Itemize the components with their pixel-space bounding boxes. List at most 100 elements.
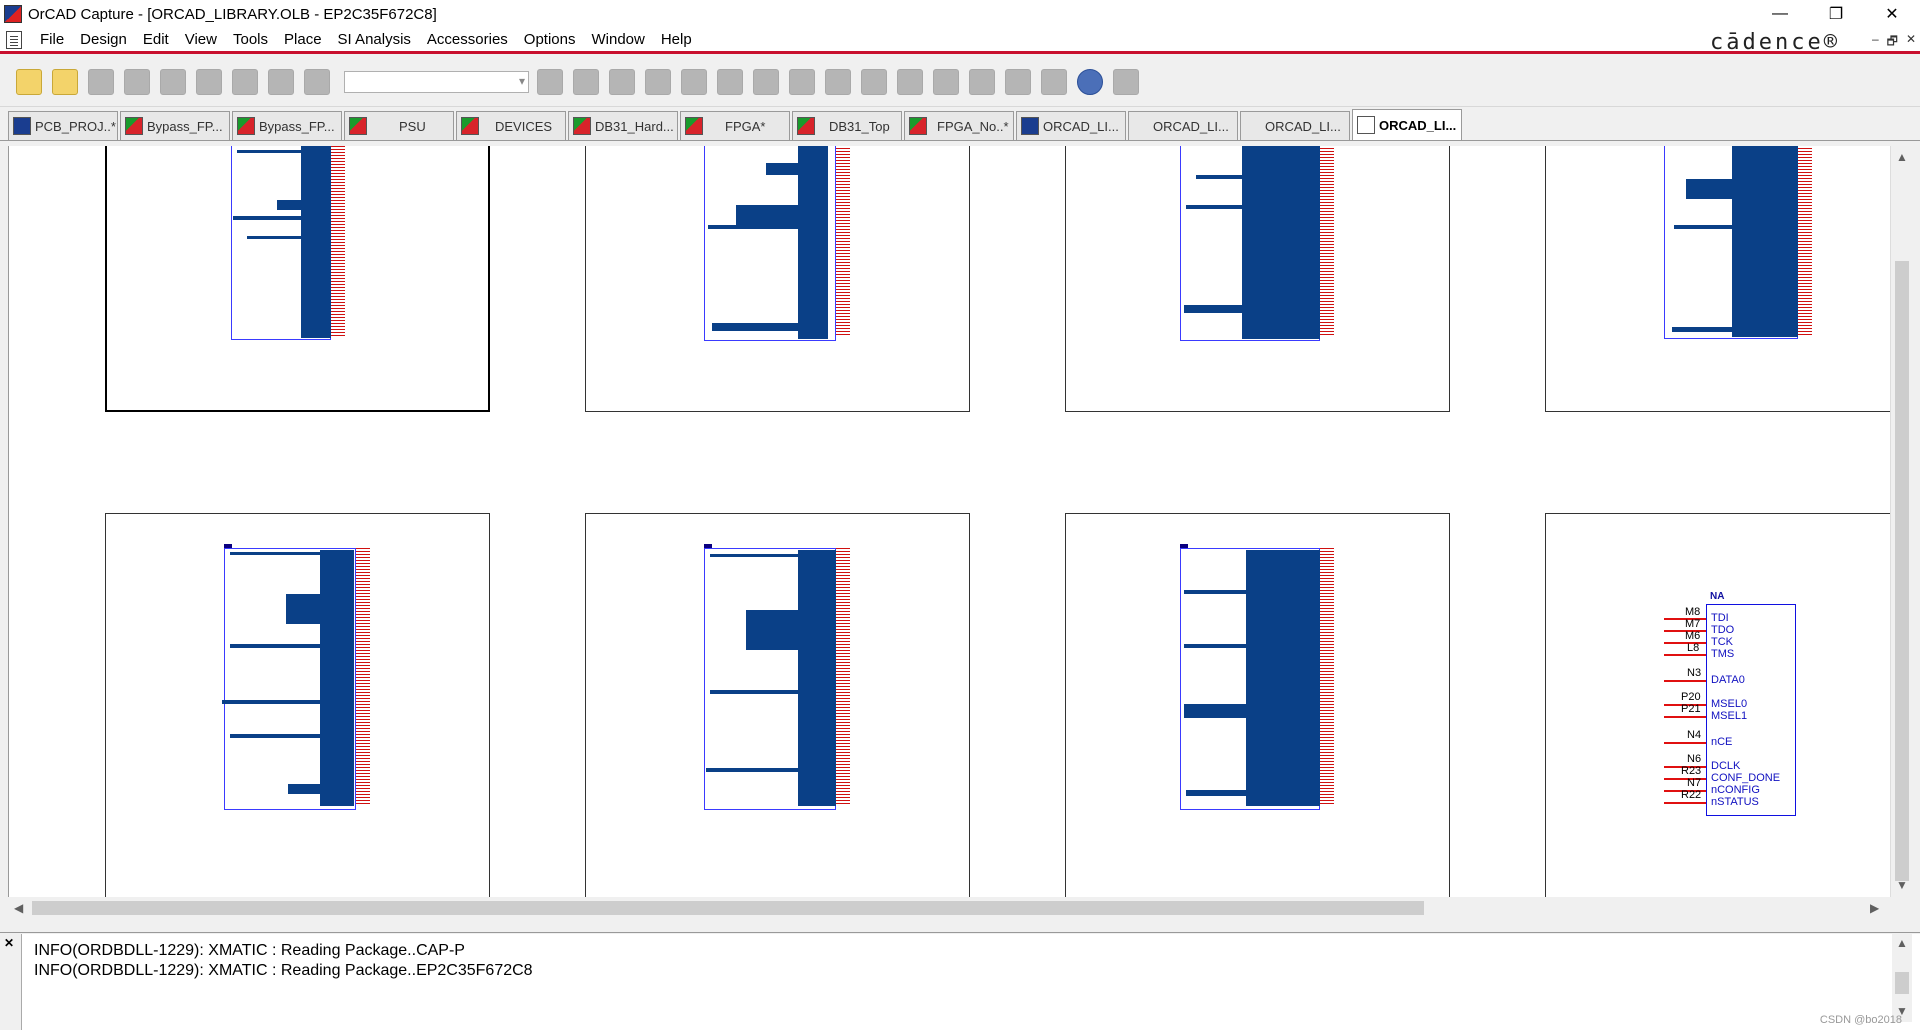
vertical-scroll-thumb[interactable] (1895, 261, 1909, 881)
calculator-icon[interactable] (1113, 68, 1139, 95)
paste-icon[interactable] (232, 68, 258, 95)
part-page-1[interactable] (105, 146, 490, 412)
menu-tools[interactable]: Tools (225, 31, 276, 48)
tab-orcad-library-3[interactable]: ORCAD_LI... (1240, 111, 1350, 140)
annotate-icon[interactable] (717, 68, 743, 95)
open-folder-icon[interactable] (52, 68, 78, 95)
pin-block (1246, 550, 1320, 806)
tab-db31-top[interactable]: DB31_Top (792, 111, 902, 140)
tab-orcad-library-1[interactable]: ORCAD_LI... (1016, 111, 1126, 140)
tab-fpga[interactable]: FPGA* (680, 111, 790, 140)
menu-options[interactable]: Options (516, 31, 584, 48)
mdi-restore-button[interactable]: 🗗 (1887, 32, 1898, 53)
tab-orcad-library-active[interactable]: ORCAD_LI... (1352, 109, 1462, 140)
session-log-panel: ✕ INFO(ORDBDLL-1229): XMATIC : Reading P… (0, 934, 1920, 1030)
scroll-right-icon[interactable]: ▶ (1870, 901, 1879, 915)
netlist-icon[interactable] (825, 68, 851, 95)
part-page-5[interactable] (105, 513, 490, 897)
eye-icon[interactable] (681, 68, 707, 95)
tab-db31-hard[interactable]: DB31_Hard... (568, 111, 678, 140)
menu-si-analysis[interactable]: SI Analysis (330, 31, 419, 48)
pin-name: DCLK (1711, 760, 1741, 772)
chevron-down-icon[interactable]: ▾ (519, 74, 525, 88)
pin-name: nCONFIG (1711, 784, 1760, 796)
snap-grid-icon[interactable] (933, 68, 959, 95)
drag-icon[interactable] (1005, 68, 1031, 95)
menu-file[interactable]: File (32, 31, 72, 48)
pin-number: M6 (1685, 630, 1701, 642)
undo-icon[interactable] (268, 68, 294, 95)
scroll-left-icon[interactable]: ◀ (14, 901, 23, 915)
zoom-area-icon[interactable] (609, 68, 635, 95)
mdi-minimize-button[interactable]: – (1872, 32, 1879, 53)
part-page-2[interactable] (585, 146, 970, 412)
horizontal-scroll-thumb[interactable] (32, 901, 1424, 915)
close-icon[interactable]: ✕ (4, 936, 14, 950)
restore-button[interactable]: ❐ (1808, 0, 1864, 28)
print-icon[interactable] (124, 68, 150, 95)
pin-line (230, 734, 320, 738)
pin-name: MSEL0 (1711, 698, 1748, 710)
tab-psu[interactable]: PSU (344, 111, 454, 140)
scroll-up-icon[interactable]: ▲ (1896, 936, 1908, 950)
tab-devices[interactable]: DEVICES (456, 111, 566, 140)
menu-design[interactable]: Design (72, 31, 135, 48)
splitter[interactable] (0, 919, 1920, 933)
part-page-7[interactable] (1065, 513, 1450, 897)
log-vertical-scrollbar[interactable]: ▲ ▼ (1892, 934, 1912, 1022)
part-page-3[interactable] (1065, 146, 1450, 412)
zoom-out-icon[interactable] (573, 68, 599, 95)
tab-orcad-library-2[interactable]: ORCAD_LI... (1128, 111, 1238, 140)
zoom-all-icon[interactable] (645, 68, 671, 95)
cross-reference-icon[interactable] (861, 68, 887, 95)
pin-number: L8 (1687, 642, 1700, 654)
pin-line (1664, 654, 1706, 656)
cut-icon[interactable] (160, 68, 186, 95)
area-select-icon[interactable] (969, 68, 995, 95)
zoom-in-icon[interactable] (537, 68, 563, 95)
part-search-combo[interactable]: ▾ (344, 70, 529, 93)
log-scroll-thumb[interactable] (1895, 972, 1909, 994)
tab-bypass-fp-1[interactable]: Bypass_FP... (120, 111, 230, 140)
menu-help[interactable]: Help (653, 31, 700, 48)
pin-line (712, 323, 798, 331)
pin-line (1184, 590, 1246, 594)
menu-window[interactable]: Window (583, 31, 652, 48)
pin-line (708, 225, 798, 229)
bom-icon[interactable] (897, 68, 923, 95)
tab-fpga-no[interactable]: FPGA_No..* (904, 111, 1014, 140)
pin-name: DATA0 (1711, 674, 1745, 686)
orcad-app-icon[interactable] (4, 5, 22, 23)
tab-pcb-project[interactable]: PCB_PROJ..* (8, 111, 118, 140)
scroll-up-icon[interactable]: ▲ (1896, 150, 1908, 164)
part-page-4[interactable] (1545, 146, 1890, 412)
mdi-close-button[interactable]: ✕ (1906, 32, 1916, 53)
menu-place[interactable]: Place (276, 31, 330, 48)
project-tree-icon[interactable] (1041, 68, 1067, 95)
scroll-down-icon[interactable]: ▼ (1896, 878, 1908, 892)
new-file-icon[interactable] (16, 68, 42, 95)
drc-icon[interactable] (789, 68, 815, 95)
document-menu-icon[interactable] (6, 30, 22, 49)
close-button[interactable]: ✕ (1864, 0, 1920, 28)
tab-bypass-fp-2[interactable]: Bypass_FP... (232, 111, 342, 140)
menu-edit[interactable]: Edit (135, 31, 177, 48)
copy-icon[interactable] (196, 68, 222, 95)
redo-icon[interactable] (304, 68, 330, 95)
save-icon[interactable] (88, 68, 114, 95)
pin-line (233, 216, 301, 220)
session-log-handle[interactable]: ✕ (0, 934, 22, 1030)
pin-name: nCE (1711, 736, 1733, 748)
help-icon[interactable] (1077, 68, 1103, 95)
part-editor-canvas[interactable]: NA M8 M7 M6 L8 N3 P20 P21 N4 N6 R23 N7 R… (8, 146, 1890, 897)
minimize-button[interactable]: — (1752, 0, 1808, 28)
canvas-horizontal-scrollbar[interactable]: ◀ ▶ (8, 897, 1890, 919)
canvas-vertical-scrollbar[interactable]: ▲ ▼ (1890, 146, 1912, 897)
back-annotate-icon[interactable] (753, 68, 779, 95)
part-page-6[interactable] (585, 513, 970, 897)
part-reference[interactable]: NA (1710, 591, 1724, 602)
menu-view[interactable]: View (177, 31, 225, 48)
pin-line (1672, 327, 1732, 332)
menu-accessories[interactable]: Accessories (419, 31, 516, 48)
pin-line (247, 236, 301, 239)
